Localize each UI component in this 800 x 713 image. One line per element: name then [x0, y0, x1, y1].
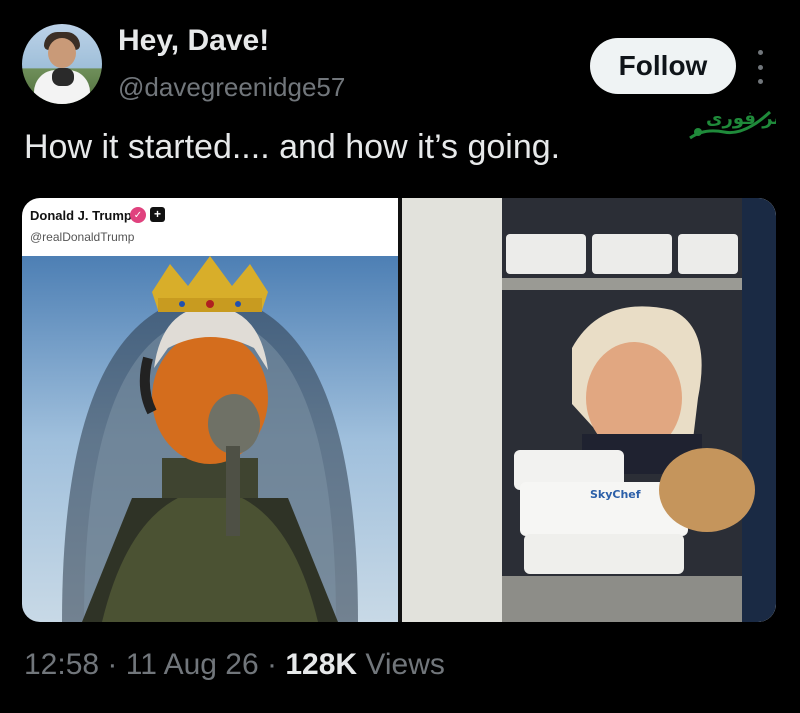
more-vertical-icon[interactable]	[754, 50, 766, 84]
author-handle[interactable]: @davegreenidge57	[118, 72, 345, 103]
watermark-logo: خبر فوری	[689, 108, 776, 140]
media-image-left[interactable]: Donald J. Trump ✓ + @realDonaldTrump	[22, 198, 398, 622]
media-image-right[interactable]: SkyChef	[402, 198, 776, 622]
tweet-media[interactable]: Donald J. Trump ✓ + @realDonaldTrump Sky…	[22, 198, 776, 622]
verified-badge-icon: ✓	[130, 207, 146, 223]
post-time[interactable]: 12:58	[24, 648, 99, 681]
views-count[interactable]: 128K	[285, 648, 357, 681]
follow-button[interactable]: Follow	[590, 38, 736, 94]
views-label: Views	[365, 648, 445, 681]
embedded-author-name: Donald J. Trump	[30, 208, 132, 223]
plus-icon: +	[150, 207, 165, 222]
container-brand: SkyChef	[590, 488, 641, 501]
embedded-post-header: Donald J. Trump ✓ + @realDonaldTrump	[22, 198, 398, 256]
post-date[interactable]: 11 Aug 26	[126, 648, 259, 681]
embedded-author-handle: @realDonaldTrump	[30, 230, 135, 244]
watermark-text: خبر فوری	[706, 108, 776, 129]
tweet-text: How it started.... and how it’s going.	[24, 128, 561, 166]
meta-separator: ·	[267, 648, 278, 681]
meta-separator: ·	[107, 648, 118, 681]
post-meta: 12:58 · 11 Aug 26 · 128K Views	[24, 648, 445, 682]
avatar[interactable]	[22, 24, 102, 104]
author-display-name[interactable]: Hey, Dave!	[118, 24, 269, 58]
